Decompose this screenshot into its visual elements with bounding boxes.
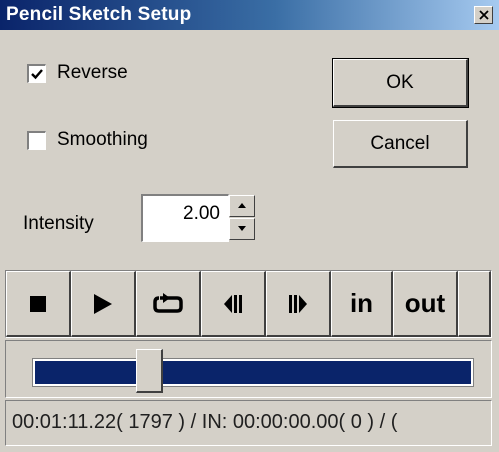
- stop-icon: [30, 295, 46, 312]
- mark-in-button[interactable]: in: [331, 271, 393, 337]
- up-arrow-icon: [238, 203, 246, 208]
- extra-transport-button[interactable]: [458, 271, 491, 337]
- transport-controls: in out: [5, 270, 492, 338]
- loop-button[interactable]: [136, 271, 201, 337]
- close-button[interactable]: [474, 6, 493, 24]
- reverse-label: Reverse: [57, 62, 128, 83]
- checkmark-icon: [31, 69, 43, 80]
- step-forward-button[interactable]: [266, 271, 331, 337]
- intensity-increment-button[interactable]: [229, 195, 255, 217]
- loop-icon: [153, 292, 183, 313]
- step-back-icon: [224, 294, 242, 313]
- stop-button[interactable]: [6, 271, 71, 337]
- smoothing-label: Smoothing: [57, 129, 148, 150]
- mark-in-label: in: [349, 288, 374, 318]
- play-icon: [94, 293, 112, 314]
- close-icon: [479, 10, 489, 20]
- down-arrow-icon: [238, 226, 246, 231]
- intensity-decrement-button[interactable]: [229, 218, 255, 240]
- timeline-panel: [5, 340, 492, 398]
- title-bar[interactable]: Pencil Sketch Setup: [0, 0, 499, 30]
- intensity-input[interactable]: 2.00: [141, 194, 229, 242]
- window-title: Pencil Sketch Setup: [6, 4, 192, 25]
- timecode-status: 00:01:11.22( 1797 ) / IN: 00:00:00.00( 0…: [12, 411, 398, 433]
- ok-button[interactable]: OK: [332, 58, 469, 108]
- reverse-checkbox[interactable]: [27, 64, 46, 83]
- mark-out-button[interactable]: out: [393, 271, 458, 337]
- step-forward-icon: [289, 294, 307, 313]
- play-button[interactable]: [71, 271, 136, 337]
- cancel-button[interactable]: Cancel: [333, 120, 468, 168]
- smoothing-checkbox[interactable]: [27, 131, 46, 150]
- step-back-button[interactable]: [201, 271, 266, 337]
- intensity-label: Intensity: [23, 213, 94, 234]
- status-bar: 00:01:11.22( 1797 ) / IN: 00:00:00.00( 0…: [5, 400, 492, 446]
- mark-out-label: out: [404, 288, 446, 318]
- timeline-thumb[interactable]: [136, 349, 163, 393]
- timeline-track[interactable]: [32, 358, 474, 387]
